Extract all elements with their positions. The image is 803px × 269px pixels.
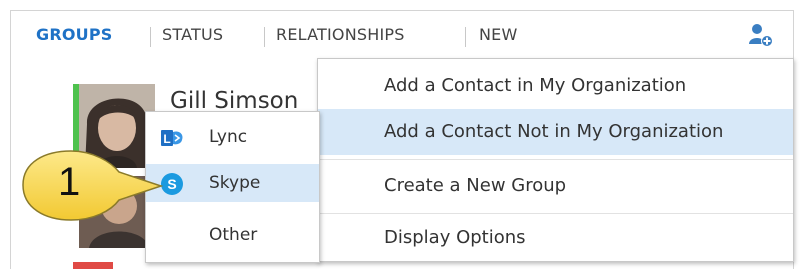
submenu-item-other[interactable]: Other bbox=[146, 216, 319, 254]
tab-status[interactable]: STATUS bbox=[162, 25, 223, 44]
menu-item-label: Create a New Group bbox=[384, 175, 567, 196]
presence-indicator bbox=[73, 262, 113, 269]
menu-item-add-contact-not-in-org[interactable]: Add a Contact Not in My Organization bbox=[318, 109, 793, 155]
menu-item-display-options[interactable]: Display Options bbox=[318, 215, 793, 261]
menu-separator bbox=[318, 213, 793, 214]
submenu-item-skype[interactable]: S Skype bbox=[146, 164, 319, 202]
menu-item-label: Add a Contact in My Organization bbox=[384, 75, 687, 96]
tab-divider bbox=[150, 27, 151, 47]
menu-item-label: Add a Contact Not in My Organization bbox=[384, 121, 724, 142]
svg-text:L: L bbox=[163, 132, 170, 146]
lync-icon: L bbox=[161, 130, 183, 146]
add-contact-menu: Add a Contact in My Organization Add a C… bbox=[317, 58, 794, 262]
tab-relationships[interactable]: RELATIONSHIPS bbox=[276, 25, 405, 44]
menu-item-create-new-group[interactable]: Create a New Group bbox=[318, 163, 793, 209]
submenu-item-label: Skype bbox=[209, 173, 261, 193]
tab-groups[interactable]: GROUPS bbox=[36, 25, 113, 44]
submenu-item-label: Other bbox=[209, 225, 258, 245]
step-callout-arrow bbox=[22, 150, 164, 221]
step-number: 1 bbox=[58, 160, 81, 204]
menu-item-add-contact-in-org[interactable]: Add a Contact in My Organization bbox=[318, 63, 793, 109]
add-contact-not-in-org-submenu: L Lync S Skype Other bbox=[145, 111, 320, 263]
submenu-item-lync[interactable]: L Lync bbox=[146, 118, 319, 156]
tab-new[interactable]: NEW bbox=[479, 25, 518, 44]
tab-divider bbox=[465, 27, 466, 47]
add-contact-icon[interactable] bbox=[748, 22, 774, 48]
menu-separator bbox=[318, 159, 793, 160]
submenu-item-label: Lync bbox=[209, 127, 248, 147]
menu-item-label: Display Options bbox=[384, 227, 526, 248]
tab-divider bbox=[264, 27, 265, 47]
svg-text:S: S bbox=[167, 176, 176, 192]
